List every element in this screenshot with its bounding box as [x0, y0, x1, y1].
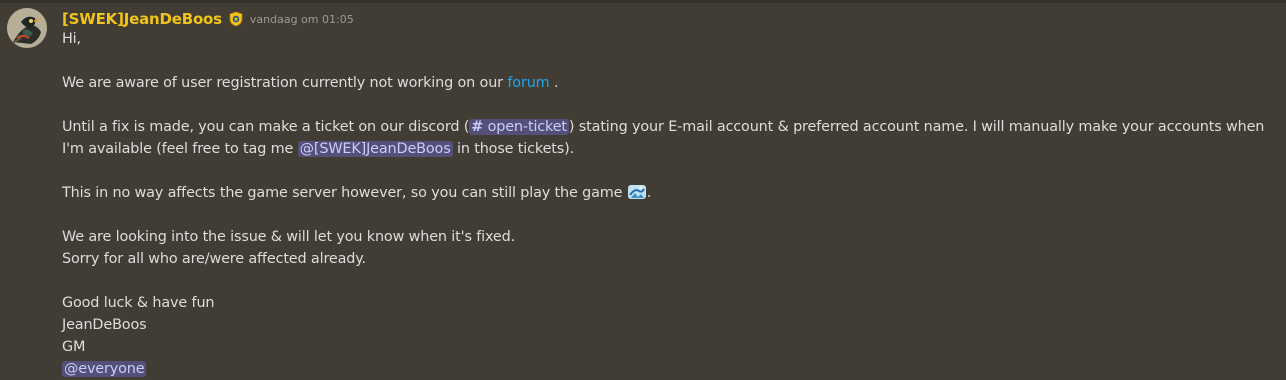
text: We are aware of user registration curren… — [62, 75, 508, 91]
message-content: Hi, We are aware of user registration cu… — [62, 28, 1277, 380]
paragraph-investigating-1: We are looking into the issue & will let… — [62, 229, 516, 245]
hash-icon: # — [471, 119, 484, 135]
signature-line-2: JeanDeBoos — [62, 317, 147, 333]
bird-avatar-icon[interactable] — [7, 8, 47, 48]
game-emoji-icon[interactable] — [627, 182, 647, 202]
chat-message: [SWEK]JeanDeBoos vandaag om 01:05 Hi, We… — [0, 3, 1286, 379]
text: in those tickets). — [452, 141, 575, 157]
paragraph-game-server: This in no way affects the game server h… — [62, 182, 1277, 204]
text: . — [549, 75, 559, 91]
author-name[interactable]: [SWEK]JeanDeBoos — [62, 10, 222, 28]
paragraph-investigating-2: Sorry for all who are/were affected alre… — [62, 251, 366, 267]
greeting-line: Hi, — [62, 31, 81, 47]
text: This in no way affects the game server h… — [62, 185, 627, 201]
everyone-line: @everyone — [62, 358, 1277, 380]
police-badge-icon[interactable] — [228, 11, 244, 27]
text: Until a fix is made, you can make a tick… — [62, 119, 470, 135]
user-mention[interactable]: @[SWEK]JeanDeBoos — [297, 141, 453, 157]
everyone-mention[interactable]: @everyone — [62, 361, 147, 377]
signature-line-3: GM — [62, 339, 86, 355]
message-header: [SWEK]JeanDeBoos vandaag om 01:05 — [62, 8, 354, 30]
forum-link[interactable]: forum — [507, 75, 549, 91]
channel-name: open-ticket — [487, 119, 567, 135]
paragraph-ticket: Until a fix is made, you can make a tick… — [62, 116, 1277, 160]
channel-mention-open-ticket[interactable]: # open-ticket — [469, 119, 569, 135]
signature-line-1: Good luck & have fun — [62, 295, 215, 311]
text: . — [646, 185, 652, 201]
paragraph-registration: We are aware of user registration curren… — [62, 72, 1277, 94]
message-timestamp[interactable]: vandaag om 01:05 — [250, 13, 354, 26]
